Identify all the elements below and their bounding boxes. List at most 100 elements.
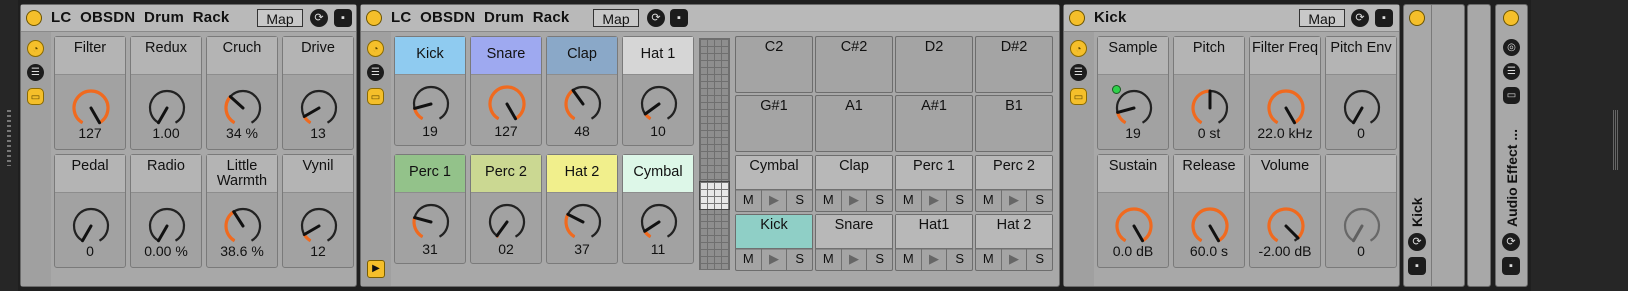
mute-button[interactable]: M <box>736 190 762 211</box>
solo-button[interactable]: S <box>867 249 892 270</box>
play-button[interactable]: ▶ <box>922 190 948 211</box>
knob-dial[interactable] <box>146 87 188 129</box>
mute-button[interactable]: M <box>976 249 1002 270</box>
mute-button[interactable]: M <box>896 190 922 211</box>
macro-knob-7[interactable]: Little Warmth 38.6 % <box>206 154 278 268</box>
macro-knob-4[interactable]: Drive 13 <box>282 36 354 150</box>
power-toggle[interactable] <box>366 10 382 26</box>
drum-pad-empty[interactable]: D#2 <box>975 36 1053 93</box>
drum-pad-empty[interactable]: A#1 <box>895 95 973 152</box>
knob-dial[interactable] <box>562 201 604 243</box>
macro-knob-4[interactable]: Pitch Env 0 <box>1325 36 1397 150</box>
chain-cell-5[interactable]: Perc 1 31 <box>394 154 466 264</box>
devices-toggle-icon[interactable]: ▭ <box>27 88 44 105</box>
save-icon[interactable]: ▪ <box>1502 257 1520 275</box>
drum-pad-empty[interactable]: G#1 <box>735 95 813 152</box>
save-icon[interactable]: ▪ <box>670 9 688 27</box>
power-toggle[interactable] <box>26 10 42 26</box>
folded-device-spacer[interactable] <box>1467 4 1491 287</box>
knob-dial[interactable] <box>298 205 340 247</box>
power-toggle[interactable] <box>1069 10 1085 26</box>
save-icon[interactable]: ▪ <box>334 9 352 27</box>
knob-dial[interactable] <box>410 201 452 243</box>
solo-button[interactable]: S <box>1027 190 1052 211</box>
play-button[interactable]: ▶ <box>842 190 868 211</box>
macro-knob-5[interactable]: Pedal 0 <box>54 154 126 268</box>
hot-swap-icon[interactable]: ⟳ <box>1351 9 1369 27</box>
mute-button[interactable]: M <box>976 190 1002 211</box>
chain-list-icon[interactable]: ☰ <box>367 64 384 81</box>
devices-toggle-icon[interactable]: ▭ <box>1503 87 1520 104</box>
drum-pad-chain[interactable]: Perc 1 M ▶ S <box>895 155 973 212</box>
knob-dial[interactable] <box>410 83 452 125</box>
drum-pad-chain[interactable]: Perc 2 M ▶ S <box>975 155 1053 212</box>
macro-knob-1[interactable]: Filter 127 <box>54 36 126 150</box>
chain-list-icon[interactable]: ☰ <box>1503 63 1520 80</box>
solo-button[interactable]: S <box>787 249 812 270</box>
chain-cell-6[interactable]: Perc 2 02 <box>470 154 542 264</box>
macro-knob-2[interactable]: Redux 1.00 <box>130 36 202 150</box>
knob-dial[interactable] <box>1189 87 1231 129</box>
macro-toggle-icon[interactable]: ◔ <box>367 40 384 57</box>
drum-pad-empty[interactable]: A1 <box>815 95 893 152</box>
knob-dial[interactable] <box>562 83 604 125</box>
knob-dial[interactable] <box>222 205 264 247</box>
hot-swap-icon[interactable]: ⟳ <box>647 9 665 27</box>
power-toggle[interactable] <box>1409 10 1425 26</box>
chain-list-icon[interactable]: ☰ <box>27 64 44 81</box>
knob-dial[interactable] <box>1113 87 1155 129</box>
drum-pad-empty[interactable]: D2 <box>895 36 973 93</box>
solo-button[interactable]: S <box>867 190 892 211</box>
play-button[interactable]: ▶ <box>762 249 788 270</box>
drum-pad-chain[interactable]: Clap M ▶ S <box>815 155 893 212</box>
knob-dial[interactable] <box>298 87 340 129</box>
save-icon[interactable]: ▪ <box>1375 9 1393 27</box>
play-button[interactable]: ▶ <box>842 249 868 270</box>
folded-device-kick[interactable]: Kick ⟳ ▪ <box>1403 4 1465 287</box>
macro-toggle-icon[interactable]: ◔ <box>27 40 44 57</box>
resize-handle[interactable] <box>7 110 11 166</box>
chain-cell-3[interactable]: Clap 48 <box>546 36 618 146</box>
power-toggle[interactable] <box>1503 10 1519 26</box>
drum-pad-chain[interactable]: Hat 2 M ▶ S <box>975 214 1053 271</box>
macro-knob-1[interactable]: Sample 19 <box>1097 36 1169 150</box>
mute-button[interactable]: M <box>816 249 842 270</box>
solo-button[interactable]: S <box>787 190 812 211</box>
pad-overview-map[interactable] <box>699 38 730 270</box>
drum-pad-empty[interactable]: B1 <box>975 95 1053 152</box>
chain-cell-8[interactable]: Cymbal 11 <box>622 154 694 264</box>
knob-dial[interactable] <box>1341 87 1383 129</box>
devices-toggle-icon[interactable]: ▭ <box>367 88 384 105</box>
map-button[interactable]: Map <box>593 9 639 27</box>
knob-dial[interactable] <box>70 87 112 129</box>
folded-device-audio-effect[interactable]: ◎ ☰ ▭ Audio Effect ... ⟳ ▪ <box>1495 4 1528 287</box>
mute-button[interactable]: M <box>896 249 922 270</box>
macro-knob-6[interactable]: Radio 0.00 % <box>130 154 202 268</box>
macro-knob-2[interactable]: Pitch 0 st <box>1173 36 1245 150</box>
solo-button[interactable]: S <box>947 190 972 211</box>
macro-knob-8[interactable]: 0 <box>1325 154 1397 268</box>
macro-knob-5[interactable]: Sustain 0.0 dB <box>1097 154 1169 268</box>
hot-swap-icon[interactable]: ⟳ <box>1408 233 1426 251</box>
knob-dial[interactable] <box>222 87 264 129</box>
drum-pad-chain[interactable]: Snare M ▶ S <box>815 214 893 271</box>
knob-dial[interactable] <box>486 83 528 125</box>
knob-dial[interactable] <box>1265 87 1307 129</box>
chain-cell-1[interactable]: Kick 19 <box>394 36 466 146</box>
play-button[interactable]: ▶ <box>1002 249 1028 270</box>
knob-dial[interactable] <box>638 201 680 243</box>
hot-swap-icon[interactable]: ⟳ <box>310 9 328 27</box>
knob-dial[interactable] <box>1113 205 1155 247</box>
macro-toggle-icon[interactable]: ◎ <box>1503 39 1520 56</box>
knob-dial[interactable] <box>1189 205 1231 247</box>
devices-toggle-icon[interactable]: ▭ <box>1070 88 1087 105</box>
auto-select-icon[interactable]: ▶ <box>367 260 385 278</box>
macro-toggle-icon[interactable]: ◔ <box>1070 40 1087 57</box>
macro-knob-8[interactable]: Vynil 12 <box>282 154 354 268</box>
mute-button[interactable]: M <box>816 190 842 211</box>
solo-button[interactable]: S <box>1027 249 1052 270</box>
pad-overview-selection[interactable] <box>699 181 730 210</box>
scroll-handle[interactable] <box>1613 110 1618 170</box>
knob-dial[interactable] <box>70 205 112 247</box>
macro-knob-3[interactable]: Cruch 34 % <box>206 36 278 150</box>
